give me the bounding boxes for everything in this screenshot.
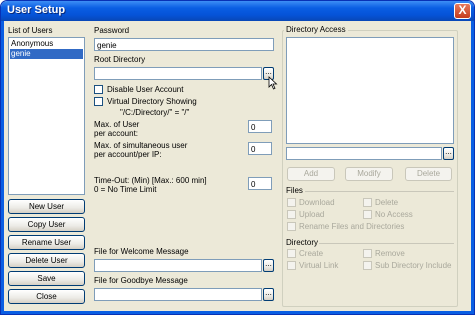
welcome-message-input[interactable] <box>94 259 262 272</box>
disable-account-label: Disable User Account <box>107 85 184 94</box>
goodbye-message-input[interactable] <box>94 288 262 301</box>
virtual-link-label: Virtual Link <box>299 261 339 270</box>
download-checkbox[interactable] <box>287 198 296 207</box>
close-icon[interactable]: X <box>454 3 471 19</box>
goodbye-message-label: File for Goodbye Message <box>94 276 188 285</box>
rename-checkbox[interactable] <box>287 222 296 231</box>
timeout-input[interactable]: 0 <box>248 177 272 190</box>
directory-browse-button[interactable]: ... <box>443 147 454 160</box>
virtual-directory-checkbox[interactable] <box>94 97 103 106</box>
root-directory-input[interactable] <box>94 67 262 80</box>
remove-label: Remove <box>375 249 405 258</box>
download-label: Download <box>299 198 335 207</box>
disable-account-checkbox[interactable] <box>94 85 103 94</box>
directory-path-input[interactable] <box>286 147 442 160</box>
delete-permission-checkbox[interactable] <box>363 198 372 207</box>
save-button[interactable]: Save <box>8 271 85 286</box>
window-title: User Setup <box>7 4 66 16</box>
welcome-message-browse-button[interactable]: ... <box>263 259 274 272</box>
sub-directory-include-label: Sub Directory Include <box>375 261 452 270</box>
user-setup-window: User Setup X List of Users Anonymous gen… <box>0 0 475 315</box>
no-access-label: No Access <box>375 210 413 219</box>
max-user-input[interactable]: 0 <box>248 120 272 133</box>
upload-checkbox[interactable] <box>287 210 296 219</box>
title-bar[interactable]: User Setup X <box>1 1 474 21</box>
modify-button[interactable]: Modify <box>345 167 393 181</box>
window-frame-bottom <box>1 311 474 314</box>
mouse-cursor-icon <box>268 76 278 90</box>
add-button[interactable]: Add <box>287 167 335 181</box>
directory-access-list[interactable] <box>286 37 454 144</box>
files-section-divider <box>305 191 454 192</box>
window-frame-right <box>471 21 474 314</box>
close-button[interactable]: Close <box>8 289 85 304</box>
files-section-label: Files <box>286 186 303 195</box>
new-user-button[interactable]: New User <box>8 199 85 214</box>
users-listbox[interactable]: Anonymous genie <box>8 37 85 195</box>
user-list-item-selected[interactable]: genie <box>10 49 83 59</box>
directory-access-label: Directory Access <box>284 25 348 35</box>
root-directory-label: Root Directory <box>94 55 146 64</box>
user-list-item[interactable]: Anonymous <box>10 39 83 49</box>
create-label: Create <box>299 249 324 258</box>
welcome-message-label: File for Welcome Message <box>94 247 189 256</box>
remove-checkbox[interactable] <box>363 249 372 258</box>
no-access-checkbox[interactable] <box>363 210 372 219</box>
delete-permission-label: Delete <box>375 198 399 207</box>
goodbye-message-browse-button[interactable]: ... <box>263 288 274 301</box>
max-simultaneous-input[interactable]: 0 <box>248 142 272 155</box>
timeout-hint: 0 = No Time Limit <box>94 185 157 194</box>
directory-section-label: Directory <box>286 238 319 247</box>
create-checkbox[interactable] <box>287 249 296 258</box>
max-user-label-line2: per account: <box>94 129 139 138</box>
virtual-link-checkbox[interactable] <box>287 261 296 270</box>
password-input[interactable]: genie <box>94 38 274 51</box>
virtual-directory-label: Virtual Directory Showing <box>107 97 197 106</box>
directory-section-divider <box>319 243 454 244</box>
rename-user-button[interactable]: Rename User <box>8 235 85 250</box>
copy-user-button[interactable]: Copy User <box>8 217 85 232</box>
users-list-label: List of Users <box>8 26 53 35</box>
max-simultaneous-label-line2: per account/per IP: <box>94 150 162 159</box>
sub-directory-include-checkbox[interactable] <box>363 261 372 270</box>
rename-label: Rename Files and Directories <box>299 222 405 231</box>
delete-user-button[interactable]: Delete User <box>8 253 85 268</box>
virtual-directory-hint: "/C:/Directory/" = "/" <box>120 108 190 117</box>
window-frame-left <box>1 21 4 314</box>
delete-button[interactable]: Delete <box>405 167 452 181</box>
upload-label: Upload <box>299 210 325 219</box>
password-label: Password <box>94 26 130 35</box>
